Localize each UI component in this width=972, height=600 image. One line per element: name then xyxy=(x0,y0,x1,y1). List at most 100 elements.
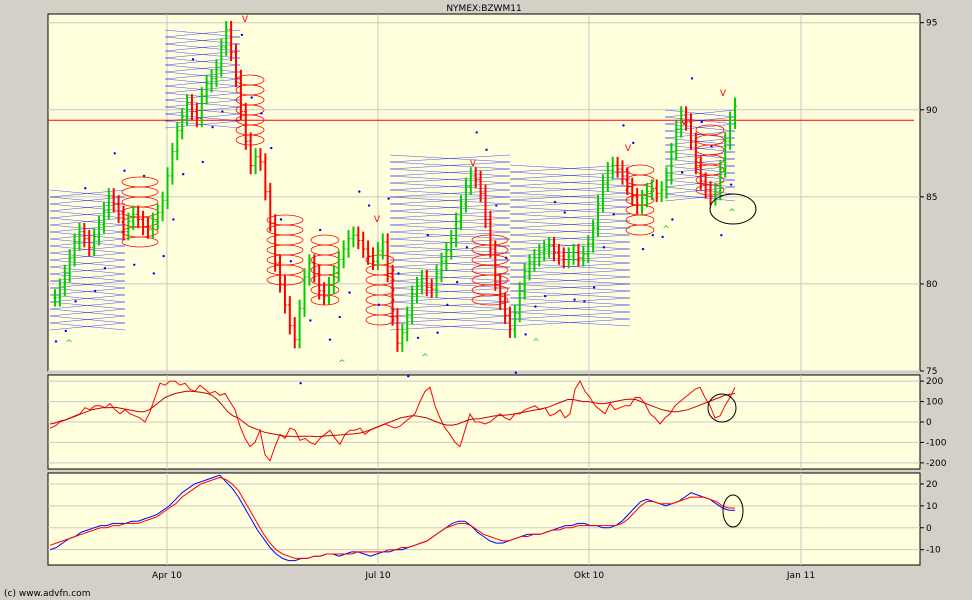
buy-marker: ^ xyxy=(532,338,540,348)
sar-dot xyxy=(583,300,586,303)
sar-dot xyxy=(240,33,244,37)
copyright-text: (c) www.advfn.com xyxy=(4,589,90,599)
y-tick-label: 85 xyxy=(926,193,937,203)
y-tick-label: -200 xyxy=(926,459,947,469)
sar-dot xyxy=(710,145,713,148)
sar-dot xyxy=(661,235,664,239)
y-tick-label: 0 xyxy=(926,524,932,534)
sar-dot xyxy=(133,263,136,266)
oscillator-2-panel xyxy=(47,472,921,566)
sar-dot xyxy=(367,204,371,207)
sar-dot xyxy=(729,183,733,186)
y-tick-label: 20 xyxy=(926,480,938,490)
sar-dot xyxy=(152,272,156,275)
sar-dot xyxy=(455,280,459,284)
sar-dot xyxy=(612,213,615,216)
buy-marker: ^ xyxy=(728,208,736,218)
buy-marker: ^ xyxy=(421,353,429,363)
sar-dot xyxy=(318,228,322,232)
sar-dot xyxy=(641,247,645,251)
sar-dot xyxy=(622,124,625,127)
sar-dot xyxy=(690,77,694,80)
sell-marker: V xyxy=(374,215,381,225)
x-tick-label: Apr 10 xyxy=(152,571,182,581)
sell-marker: V xyxy=(681,118,688,128)
sar-dot xyxy=(64,329,67,333)
sar-dot xyxy=(191,58,195,61)
x-tick-label: Jan 11 xyxy=(786,571,815,581)
sar-dot xyxy=(426,233,429,237)
buy-marker: ^ xyxy=(338,359,346,369)
sar-dot xyxy=(142,174,146,178)
sar-dot xyxy=(553,200,557,204)
sar-dot xyxy=(103,267,107,270)
sar-dot xyxy=(465,246,469,249)
sar-dot xyxy=(700,120,703,124)
sar-dot xyxy=(172,218,175,221)
chart-svg: V V V V V V ^ ^ ^ ^ ^ ^ Apr 10 Jul 10 Okt 10 Jan 11 95 9… xyxy=(0,0,972,600)
sar-dot xyxy=(534,305,537,308)
sar-dot xyxy=(563,211,566,214)
sar-dot xyxy=(397,272,400,275)
x-tick-label: Okt 10 xyxy=(574,571,604,581)
sar-dot xyxy=(387,197,390,200)
y-tick-label: 10 xyxy=(926,502,938,512)
sar-dot xyxy=(113,152,116,155)
sar-dot xyxy=(338,315,341,319)
sar-dot xyxy=(181,173,185,176)
sar-dot xyxy=(680,171,684,174)
sar-dot xyxy=(475,131,478,134)
y-tick-label: -100 xyxy=(926,438,947,448)
sar-dot xyxy=(93,289,97,293)
sar-dot xyxy=(592,286,596,289)
sar-dot xyxy=(221,110,224,113)
y-tick-label: 0 xyxy=(926,418,932,428)
sar-dot xyxy=(436,331,439,334)
sar-dot xyxy=(720,233,723,237)
sar-dot xyxy=(84,186,87,190)
y-tick-label: 95 xyxy=(926,19,937,29)
sell-marker: V xyxy=(470,159,477,169)
sar-dot xyxy=(446,303,449,307)
sar-dot xyxy=(407,375,410,378)
y-tick-label: 80 xyxy=(926,280,938,290)
sar-dot xyxy=(504,256,508,260)
sar-dot xyxy=(211,125,214,129)
buy-marker: ^ xyxy=(662,225,670,235)
sar-dot xyxy=(602,246,606,249)
sar-dot xyxy=(573,298,576,301)
sar-dot xyxy=(299,381,302,385)
sar-dot xyxy=(54,340,58,343)
sar-dot xyxy=(279,218,283,221)
sar-dot xyxy=(485,148,488,152)
sar-dot xyxy=(289,260,293,263)
sar-dot xyxy=(514,371,518,374)
sar-dot xyxy=(358,190,361,193)
sell-marker: V xyxy=(720,89,727,99)
sar-dot xyxy=(250,96,253,99)
buy-marker: ^ xyxy=(65,339,73,349)
sar-dot xyxy=(201,160,204,164)
sar-dot xyxy=(74,300,77,303)
sar-dot xyxy=(416,336,420,340)
sar-dot xyxy=(524,333,527,336)
sar-dot xyxy=(632,141,635,145)
sar-dot xyxy=(671,218,674,221)
sar-dot xyxy=(309,319,312,322)
y-tick-label: -10 xyxy=(926,546,941,556)
chart-title: NYMEX:BZWM11 xyxy=(446,4,521,14)
x-tick-label: Jul 10 xyxy=(364,571,390,581)
sar-dot xyxy=(162,254,165,258)
y-tick-label: 90 xyxy=(926,106,938,116)
sar-dot xyxy=(270,146,273,150)
sar-dot xyxy=(495,204,498,207)
y-tick-label: 75 xyxy=(926,367,937,377)
sar-dot xyxy=(260,112,263,115)
sar-dot xyxy=(123,169,126,172)
y-tick-label: 100 xyxy=(926,398,943,408)
sar-dot xyxy=(544,294,547,298)
y-tick-label: 200 xyxy=(926,377,943,387)
sell-marker: V xyxy=(625,144,632,154)
sar-dot xyxy=(348,291,351,294)
sell-marker: V xyxy=(242,15,249,25)
